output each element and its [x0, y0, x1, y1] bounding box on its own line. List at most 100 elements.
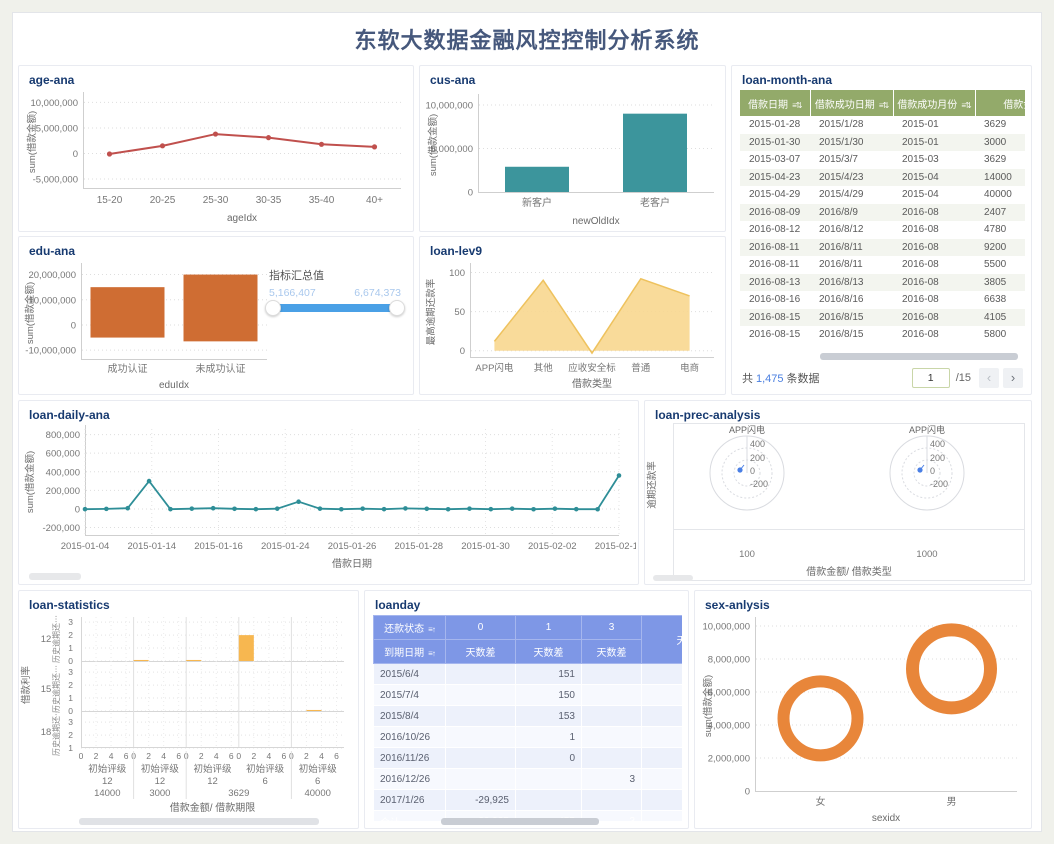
svg-text:成功认证: 成功认证 [108, 362, 148, 375]
svg-text:2015-02-02: 2015-02-02 [528, 541, 577, 552]
svg-text:3000: 3000 [149, 788, 170, 799]
svg-text:APP闪电: APP闪电 [729, 424, 765, 435]
table-cell: 2016/8/15 [810, 326, 893, 342]
table-cell: 2016-08-09 [740, 204, 810, 222]
svg-text:6: 6 [176, 751, 181, 761]
sort-icon[interactable]: ≡⇅ [792, 101, 801, 110]
svg-text:400: 400 [750, 439, 765, 449]
loan-lev9-svg: 050100最高逾期还款率借款类型APP闪电其他应收安全标普通电商 [420, 259, 723, 392]
svg-text:2: 2 [146, 751, 151, 761]
column-header[interactable]: 天数差 [446, 640, 516, 664]
column-header[interactable]: 借款成功日期≡⇅ [810, 90, 893, 116]
svg-text:APP闪电: APP闪电 [475, 362, 514, 374]
svg-text:历史逾期还⋯: 历史逾期还⋯ [51, 615, 61, 663]
svg-text:10,000,000: 10,000,000 [702, 621, 750, 632]
panel-loan-statistics: loan-statistics 借款利率12历史逾期还⋯321015历史逾期还⋯… [18, 590, 359, 829]
svg-text:sum(借款金额): sum(借款金额) [24, 282, 36, 344]
svg-text:应收安全标: 应收安全标 [568, 362, 616, 374]
table-row: 2015/6/4151 [374, 664, 683, 685]
svg-text:400,000: 400,000 [46, 467, 80, 478]
next-page-button[interactable]: › [1003, 368, 1023, 388]
svg-text:1000: 1000 [916, 549, 937, 560]
table-cell: -29,925 [446, 790, 516, 811]
slider-handle-right[interactable] [389, 300, 405, 316]
slider-label: 指标汇总值 [269, 267, 401, 283]
svg-text:2015-01-24: 2015-01-24 [261, 541, 310, 552]
table-row: 2016-08-112016/8/112016-085500 [740, 256, 1025, 274]
table-cell: 4780 [975, 221, 1025, 239]
column-header[interactable]: 1 [516, 616, 582, 640]
table-header-row: 还款状态≡↑013天数差 [374, 616, 683, 640]
svg-text:男: 男 [947, 796, 957, 808]
svg-text:借款金额/ 借款类型: 借款金额/ 借款类型 [806, 565, 892, 578]
svg-text:15-20: 15-20 [97, 195, 123, 206]
panel-title: loanday [365, 591, 688, 613]
table-cell: 2016/8/9 [810, 204, 893, 222]
table-cell: 2015/8/4 [374, 706, 446, 727]
svg-text:12: 12 [207, 776, 218, 787]
svg-text:老客户: 老客户 [640, 196, 670, 209]
svg-text:2015-01-14: 2015-01-14 [127, 541, 176, 552]
svg-text:10,000,000: 10,000,000 [30, 98, 78, 109]
table-cell [642, 706, 683, 727]
column-header[interactable]: 天数差 [516, 640, 582, 664]
table-cell: 14000 [975, 169, 1025, 187]
column-header[interactable]: 借款日期≡⇅ [740, 90, 810, 116]
slider-handle-left[interactable] [265, 300, 281, 316]
column-header[interactable]: 到期日期≡↑ [374, 640, 446, 664]
sort-icon[interactable]: ≡⇅ [961, 101, 970, 110]
table-cell: 2016-08-15 [740, 309, 810, 327]
summary-slider: 指标汇总值 5,166,407 6,674,373 [269, 267, 401, 312]
column-header[interactable]: 借款金额≡⇅ [975, 90, 1025, 116]
horizontal-scrollbar[interactable] [820, 353, 1018, 360]
loan-prec-svg: 逾期还款率APP闪电4002000-200100APP闪电4002000-200… [645, 423, 1031, 583]
table-cell: 2015-03 [893, 151, 975, 169]
column-header[interactable]: 借款成功月份≡⇅ [893, 90, 975, 116]
cus-ana-chart: 05,000,00010,000,000sum(借款金额)newOldIdx新客… [420, 88, 725, 229]
slider-track[interactable] [273, 304, 397, 312]
page-input[interactable] [912, 368, 950, 388]
svg-text:-200,000: -200,000 [42, 523, 80, 534]
svg-text:借款金额/ 借款期限: 借款金额/ 借款期限 [170, 801, 256, 814]
loanday-table: 还款状态≡↑013天数差到期日期≡↑天数差天数差天数差2015/6/415120… [373, 615, 682, 821]
svg-text:20,000,000: 20,000,000 [28, 270, 76, 281]
table-cell: 2015/4/23 [810, 169, 893, 187]
svg-text:0: 0 [236, 751, 241, 761]
table-cell [446, 685, 516, 706]
table-cell: 5500 [975, 256, 1025, 274]
sort-icon[interactable]: ≡↑ [428, 649, 435, 658]
svg-text:0: 0 [750, 466, 755, 476]
table-cell: 2016/11/26 [374, 748, 446, 769]
svg-text:女: 女 [816, 795, 826, 808]
table-cell: 4105 [975, 309, 1025, 327]
panel-title: cus-ana [420, 66, 725, 88]
sort-icon[interactable]: ≡↑ [428, 625, 435, 634]
table-cell [642, 685, 683, 706]
svg-text:初始评级: 初始评级 [246, 763, 285, 775]
horizontal-scrollbar[interactable] [653, 575, 693, 581]
column-header[interactable]: 3 [582, 616, 642, 640]
column-header[interactable]: 0 [446, 616, 516, 640]
column-header[interactable]: 天数差 [642, 616, 683, 664]
column-header[interactable]: 天数差 [582, 640, 642, 664]
table-cell [582, 664, 642, 685]
table-row: 2016/10/261 [374, 727, 683, 748]
horizontal-scrollbar[interactable] [441, 818, 599, 825]
panel-edu-ana: edu-ana -10,000,000010,000,00020,000,000… [18, 236, 414, 395]
sort-icon[interactable]: ≡⇅ [879, 101, 888, 110]
pagination: /15 ‹ › [912, 368, 1023, 388]
table-cell: 9200 [975, 239, 1025, 257]
prev-page-button[interactable]: ‹ [979, 368, 999, 388]
table-cell: 2015/1/28 [810, 116, 893, 134]
svg-text:0: 0 [73, 149, 78, 160]
panel-loan-month-ana: loan-month-ana 借款日期≡⇅借款成功日期≡⇅借款成功月份≡⇅借款金… [731, 65, 1032, 395]
svg-text:ageIdx: ageIdx [227, 213, 257, 224]
svg-text:2: 2 [251, 751, 256, 761]
horizontal-scrollbar[interactable] [29, 573, 81, 580]
table-cell [582, 748, 642, 769]
table-cell: 2015-04 [893, 169, 975, 187]
table-row: 2016-08-162016/8/162016-086638 [740, 291, 1025, 309]
column-header[interactable]: 还款状态≡↑ [374, 616, 446, 640]
horizontal-scrollbar[interactable] [79, 818, 319, 825]
svg-text:40000: 40000 [304, 788, 330, 799]
